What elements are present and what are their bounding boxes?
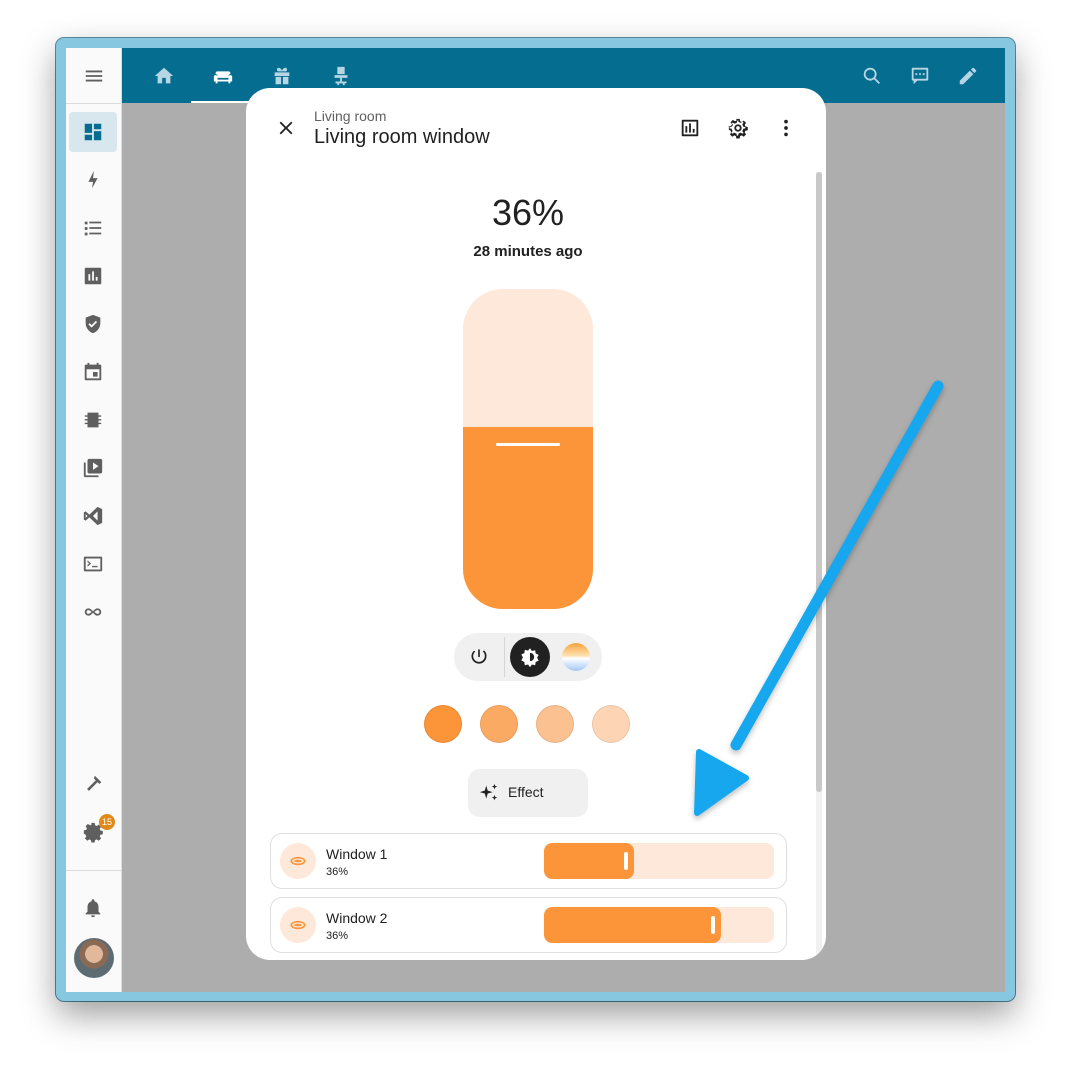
more-info-dialog: Living room Living room window 36% 28 mi… <box>246 88 826 960</box>
infinity-icon <box>84 608 102 616</box>
calendar-icon <box>84 362 102 381</box>
ceiling-light-icon <box>290 856 306 866</box>
sparkles-icon <box>479 783 498 801</box>
effect-label: Effect <box>508 784 544 800</box>
effect-button[interactable]: Effect <box>468 769 588 817</box>
more-options-button[interactable] <box>766 108 806 148</box>
tab-home[interactable] <box>140 48 188 103</box>
sidebar-item-calendar[interactable] <box>69 352 117 392</box>
gift-icon <box>274 67 290 84</box>
terminal-icon <box>83 556 103 572</box>
sidebar-item-energy[interactable] <box>69 160 117 200</box>
mode-toggle-group <box>454 633 602 681</box>
color-preset-4[interactable] <box>592 705 630 743</box>
sidebar-item-overview[interactable] <box>69 112 117 152</box>
sidebar-item-developer-tools[interactable] <box>69 764 117 804</box>
sidebar-item-security[interactable] <box>69 304 117 344</box>
entity-brightness-slider[interactable] <box>544 843 774 879</box>
gear-icon <box>728 118 748 139</box>
entity-slider-handle[interactable] <box>623 852 628 870</box>
ceiling-light-icon <box>290 920 306 930</box>
sidebar-item-logbook[interactable] <box>69 208 117 248</box>
entity-name: Window 1 <box>326 846 388 862</box>
hamburger-menu-icon <box>85 70 102 81</box>
assist-button[interactable] <box>898 48 942 103</box>
brightness-slider-handle[interactable] <box>496 442 560 446</box>
color-preset-1[interactable] <box>424 705 462 743</box>
entity-slider-fill <box>544 907 722 943</box>
color-preset-3[interactable] <box>536 705 574 743</box>
bell-icon <box>85 899 101 918</box>
shield-icon <box>85 314 101 334</box>
edit-dashboard-button[interactable] <box>946 48 990 103</box>
close-button[interactable] <box>266 108 306 148</box>
close-icon <box>279 121 293 135</box>
color-temp-gradient-icon <box>562 643 590 671</box>
sidebar-item-code-editor[interactable] <box>69 496 117 536</box>
history-button[interactable] <box>670 108 710 148</box>
entity-state: 36% <box>326 866 349 878</box>
power-icon <box>471 649 487 664</box>
sofa-icon <box>213 70 233 83</box>
last-changed-time: 28 minutes ago <box>473 243 583 260</box>
sidebar-item-notifications[interactable] <box>69 888 117 928</box>
entity-state: 36% <box>326 930 349 942</box>
brightness-state: 36% <box>491 192 565 233</box>
mode-separator <box>504 637 505 677</box>
row-icon-badge <box>280 843 316 879</box>
assist-chat-icon <box>911 67 929 84</box>
entity-slider-fill <box>544 843 634 879</box>
dialog-scrollbar-thumb[interactable] <box>816 172 822 792</box>
color-preset-2[interactable] <box>480 705 518 743</box>
desk-chair-icon <box>334 66 348 85</box>
brightness-sun-icon <box>521 648 539 667</box>
history-chart-icon <box>84 267 102 285</box>
sidebar-item-terminal[interactable] <box>69 544 117 584</box>
entity-row-window-1[interactable]: Window 1 36% <box>270 833 787 889</box>
search-button[interactable] <box>850 48 894 103</box>
entity-slider-handle[interactable] <box>711 916 716 934</box>
sidebar: 15 <box>66 48 122 992</box>
sidebar-item-devices[interactable] <box>69 400 117 440</box>
brightness-mode-button[interactable] <box>510 637 550 677</box>
settings-notification-badge: 15 <box>99 814 115 830</box>
user-avatar[interactable] <box>74 938 114 978</box>
energy-icon <box>88 170 98 189</box>
search-icon <box>863 67 880 84</box>
history-chart-icon <box>681 119 699 137</box>
entity-row-window-2[interactable]: Window 2 36% <box>270 897 787 953</box>
hammer-icon <box>87 775 102 791</box>
entity-brightness-slider[interactable] <box>544 907 774 943</box>
dashboard-icon <box>84 123 102 141</box>
color-temp-mode-button[interactable] <box>556 637 596 677</box>
entity-settings-button[interactable] <box>718 108 758 148</box>
dots-vertical-icon <box>784 119 788 137</box>
entity-name: Window 2 <box>326 910 388 926</box>
power-toggle-button[interactable] <box>459 637 499 677</box>
sidebar-divider <box>66 870 121 871</box>
sidebar-menu-button[interactable] <box>66 48 121 104</box>
sidebar-item-integration[interactable] <box>69 592 117 632</box>
sidebar-item-media[interactable] <box>69 448 117 488</box>
brightness-slider[interactable] <box>463 289 593 609</box>
chip-icon <box>84 412 102 428</box>
sidebar-item-settings[interactable]: 15 <box>69 812 117 852</box>
media-play-icon <box>83 458 103 478</box>
brightness-slider-fill <box>463 426 593 609</box>
sidebar-item-history[interactable] <box>69 256 117 296</box>
dialog-breadcrumb: Living room <box>314 108 387 124</box>
home-icon <box>154 67 174 83</box>
row-icon-badge <box>280 907 316 943</box>
vscode-icon <box>83 506 103 526</box>
logbook-list-icon <box>84 221 102 236</box>
dialog-title: Living room window <box>314 126 490 148</box>
tab-living-room[interactable] <box>191 48 255 103</box>
pencil-icon <box>959 67 977 84</box>
